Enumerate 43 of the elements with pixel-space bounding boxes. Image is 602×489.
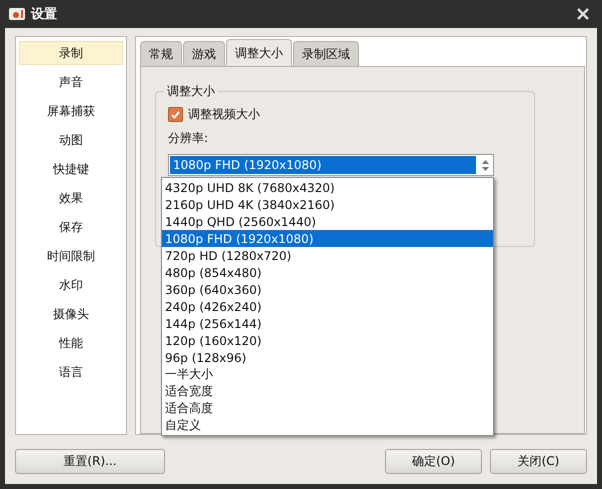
field-label: 分辨率: bbox=[168, 130, 210, 147]
reset-button[interactable]: 重置(R)... bbox=[15, 449, 165, 474]
dropdown-option[interactable]: 2160p UHD 4K (3840x2160) bbox=[162, 196, 493, 213]
dropdown-option[interactable]: 720p HD (1280x720) bbox=[162, 247, 493, 264]
app-icon bbox=[9, 7, 25, 21]
dropdown-option[interactable]: 4320p UHD 8K (7680x4320) bbox=[162, 179, 493, 196]
tab[interactable]: 调整大小 bbox=[226, 39, 292, 66]
dropdown-option[interactable]: 1080p FHD (1920x1080) bbox=[162, 230, 493, 247]
spinner-icon bbox=[482, 160, 488, 170]
sidebar-item[interactable]: 水印 bbox=[19, 273, 123, 297]
resolution-select[interactable]: 1080p FHD (1920x1080) bbox=[168, 154, 494, 176]
sidebar-item[interactable]: 效果 bbox=[19, 186, 123, 210]
dropdown-option[interactable]: 144p (256x144) bbox=[162, 315, 493, 332]
checkbox[interactable] bbox=[168, 107, 183, 122]
sidebar-item[interactable]: 语言 bbox=[19, 360, 123, 384]
group-title: 调整大小 bbox=[164, 83, 218, 100]
dropdown-option[interactable]: 360p (640x360) bbox=[162, 281, 493, 298]
dropdown-option[interactable]: 适合宽度 bbox=[162, 383, 493, 400]
dropdown-option[interactable]: 480p (854x480) bbox=[162, 264, 493, 281]
dropdown-option[interactable]: 一半大小 bbox=[162, 366, 493, 383]
sidebar-item[interactable]: 保存 bbox=[19, 215, 123, 239]
checkbox-label: 调整视频大小 bbox=[188, 106, 260, 123]
dropdown-option[interactable]: 自定义 bbox=[162, 417, 493, 434]
sidebar-item[interactable]: 屏幕捕获 bbox=[19, 99, 123, 123]
tab[interactable]: 游戏 bbox=[183, 41, 225, 66]
sidebar-item[interactable]: 摄像头 bbox=[19, 302, 123, 326]
dropdown-option[interactable]: 240p (426x240) bbox=[162, 298, 493, 315]
dropdown-option[interactable]: 96p (128x96) bbox=[162, 349, 493, 366]
sidebar-item[interactable]: 动图 bbox=[19, 128, 123, 152]
tab[interactable]: 常规 bbox=[140, 41, 182, 66]
dropdown-option[interactable]: 适合高度 bbox=[162, 400, 493, 417]
close-button[interactable]: 关闭(C) bbox=[490, 449, 587, 474]
dropdown-option[interactable]: 1440p QHD (2560x1440) bbox=[162, 213, 493, 230]
sidebar-item[interactable]: 录制 bbox=[19, 41, 123, 65]
ok-button[interactable]: 确定(O) bbox=[385, 449, 482, 474]
sidebar-item[interactable]: 快捷键 bbox=[19, 157, 123, 181]
check-icon bbox=[171, 110, 180, 118]
sidebar-item[interactable]: 性能 bbox=[19, 331, 123, 355]
dropdown-option[interactable]: 120p (160x120) bbox=[162, 332, 493, 349]
window-title: 设置 bbox=[31, 6, 58, 23]
tab[interactable]: 录制区域 bbox=[293, 41, 359, 66]
sidebar-item[interactable]: 声音 bbox=[19, 70, 123, 94]
sidebar-item[interactable]: 时间限制 bbox=[19, 244, 123, 268]
